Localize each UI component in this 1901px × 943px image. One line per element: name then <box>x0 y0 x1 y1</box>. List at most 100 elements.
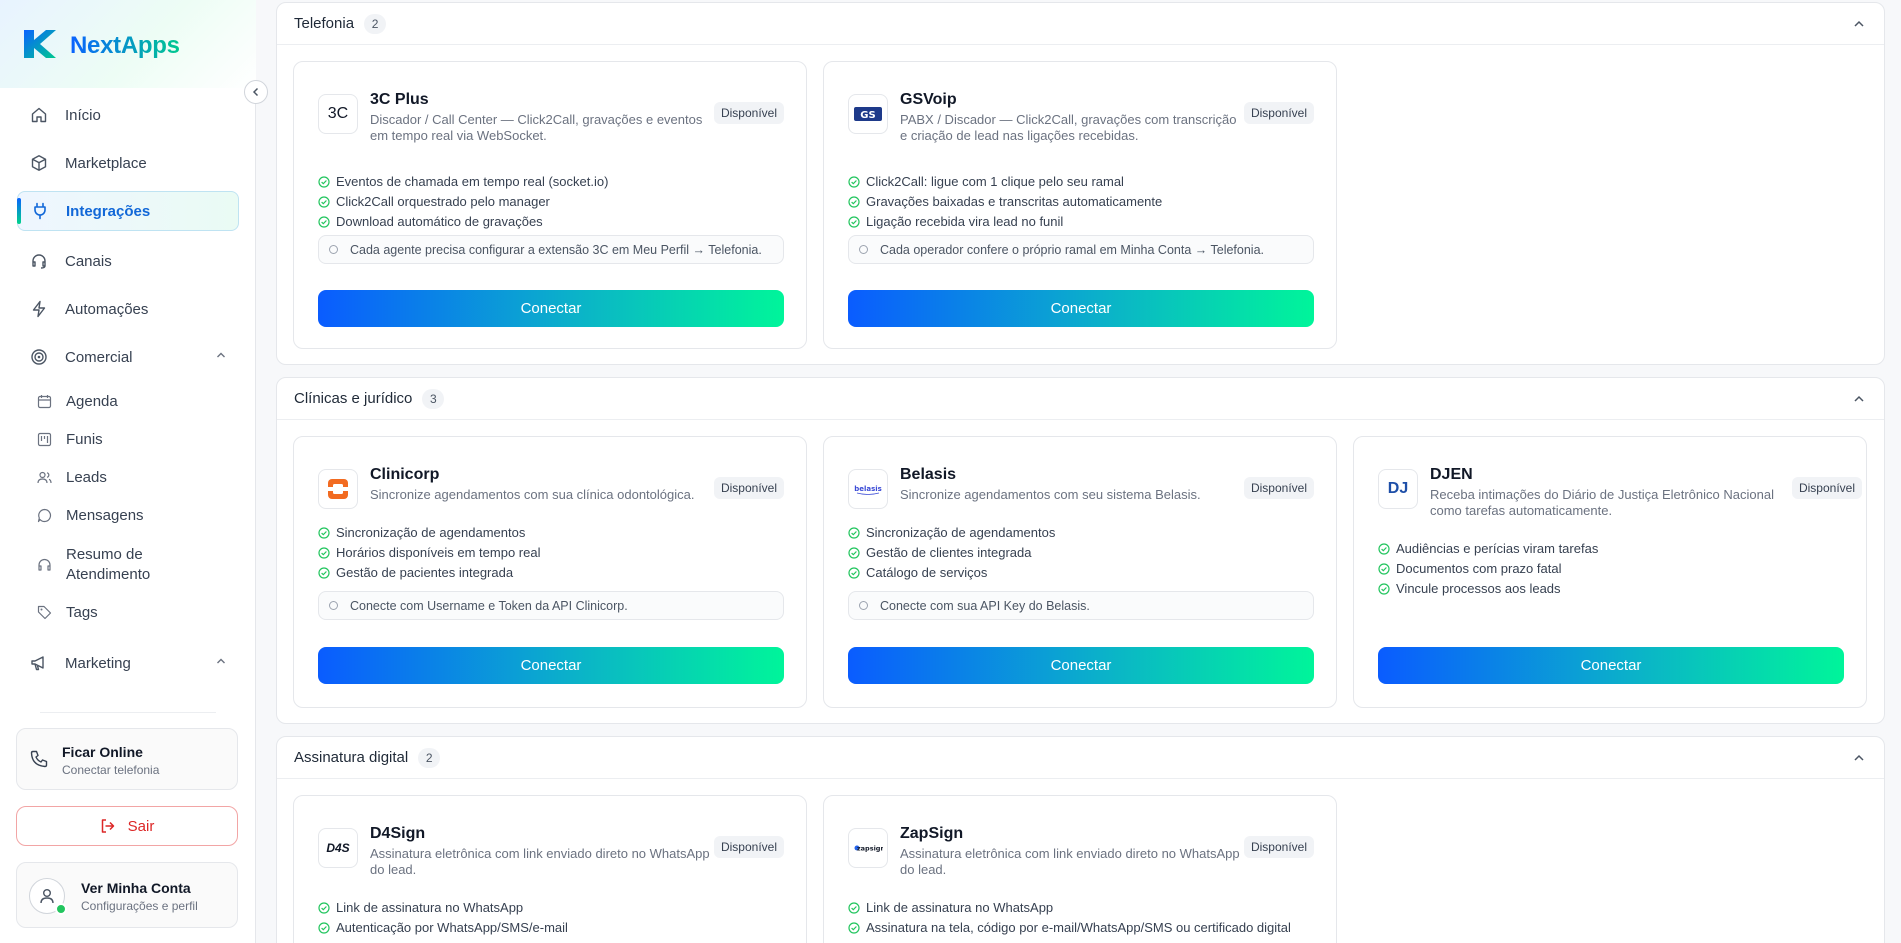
feature-item: Click2Call orquestrado pelo manager <box>318 194 550 209</box>
calendar-icon <box>36 394 52 410</box>
feature-item: Sincronização de agendamentos <box>848 525 1055 540</box>
chevron-up-icon[interactable] <box>1852 751 1866 765</box>
feature-item: Documentos com prazo fatal <box>1378 561 1561 576</box>
card-title: Clinicorp <box>370 466 440 483</box>
check-circle-icon <box>848 526 860 539</box>
kanban-icon <box>36 432 52 448</box>
avatar <box>29 878 67 915</box>
account-button[interactable]: Ver Minha Conta Configurações e perfil <box>16 862 238 928</box>
sidebar-subitem-label: Resumo de <box>66 546 143 563</box>
clinicorp-logo-icon <box>318 469 358 509</box>
status-badge: Disponível <box>1243 102 1314 124</box>
sidebar-item-comercial[interactable]: Comercial <box>17 337 239 377</box>
info-note: Conecte com sua API Key do Belasis. <box>848 591 1314 620</box>
info-circle-icon <box>329 601 338 610</box>
integration-card-3cplus: 3C 3C Plus Discador / Call Center — Clic… <box>293 61 807 349</box>
chevron-up-icon[interactable] <box>1852 17 1866 31</box>
belasis-logo-icon: belasis <box>848 469 888 509</box>
section-title: Clínicas e jurídico <box>294 390 413 407</box>
status-badge: Disponível <box>1791 477 1862 499</box>
count-badge: 2 <box>418 747 441 768</box>
sidebar-item-canais[interactable]: Canais <box>17 241 239 281</box>
card-description: Assinatura eletrônica com link enviado d… <box>370 846 710 877</box>
sidebar-item-marketing[interactable]: Marketing <box>17 643 239 683</box>
feature-item: Ligação recebida vira lead no funil <box>848 214 1063 229</box>
svg-text:GS: GS <box>860 110 875 121</box>
phone-icon <box>30 750 48 768</box>
feature-item: Gravações baixadas e transcritas automat… <box>848 194 1162 209</box>
feature-item: Assinatura na tela, código por e-mail/Wh… <box>848 920 1291 935</box>
go-online-button[interactable]: Ficar Online Conectar telefonia <box>16 728 238 790</box>
sidebar-subitem-label: Agenda <box>66 393 118 410</box>
go-online-subtitle: Conectar telefonia <box>62 763 160 777</box>
sidebar-item-automacoes[interactable]: Automações <box>17 289 239 329</box>
check-circle-icon <box>318 901 330 914</box>
logout-label: Sair <box>127 817 155 835</box>
feature-item: Autenticação por WhatsApp/SMS/e-mail <box>318 920 568 935</box>
check-circle-icon <box>318 526 330 539</box>
gsvoip-logo-icon: GS <box>848 94 888 134</box>
feature-item: Gestão de clientes integrada <box>848 545 1032 560</box>
connect-button[interactable]: Conectar <box>318 647 784 684</box>
info-circle-icon <box>329 245 338 254</box>
sidebar-subitem-agenda[interactable]: Agenda <box>36 393 236 410</box>
status-badge: Disponível <box>713 477 784 499</box>
check-circle-icon <box>848 215 860 228</box>
sidebar-item-marketplace[interactable]: Marketplace <box>17 143 239 183</box>
sidebar-subitem-label: Funis <box>66 431 103 448</box>
account-title: Ver Minha Conta <box>81 880 191 896</box>
section-header[interactable]: Telefonia 2 <box>277 3 1884 45</box>
section-header[interactable]: Assinatura digital 2 <box>277 737 1884 779</box>
connect-button[interactable]: Conectar <box>848 647 1314 684</box>
feature-item: Link de assinatura no WhatsApp <box>318 900 523 915</box>
check-circle-icon <box>1378 562 1390 575</box>
connect-button[interactable]: Conectar <box>1378 647 1844 684</box>
status-badge: Disponível <box>713 836 784 858</box>
card-description: Receba intimações do Diário de Justiça E… <box>1430 487 1774 518</box>
log-out-icon <box>100 818 116 834</box>
logout-button[interactable]: Sair <box>16 806 238 846</box>
check-circle-icon <box>848 175 860 188</box>
headphones-icon <box>36 556 52 572</box>
chevron-up-icon <box>217 658 225 664</box>
user-icon <box>40 889 54 904</box>
sidebar-subitem-resumo-atendimento[interactable]: Resumo de Atendimento <box>36 545 236 585</box>
integration-card-djen: DJ DJEN Receba intimações do Diário de J… <box>1353 436 1867 708</box>
card-description: Discador / Call Center — Click2Call, gra… <box>370 112 703 143</box>
check-circle-icon <box>848 546 860 559</box>
go-online-title: Ficar Online <box>62 744 143 760</box>
sidebar-subitem-tags[interactable]: Tags <box>36 604 236 621</box>
connect-button[interactable]: Conectar <box>848 290 1314 327</box>
status-badge: Disponível <box>1243 477 1314 499</box>
package-icon <box>29 153 49 173</box>
check-circle-icon <box>318 566 330 579</box>
feature-item: Sincronização de agendamentos <box>318 525 525 540</box>
sidebar: NextApps Início Marketplace Integrações … <box>0 0 268 943</box>
sidebar-subitem-label: Mensagens <box>66 507 144 524</box>
check-circle-icon <box>848 195 860 208</box>
check-circle-icon <box>1378 582 1390 595</box>
sidebar-subitem-leads[interactable]: Leads <box>36 469 236 486</box>
check-circle-icon <box>318 921 330 934</box>
info-note: Cada operador confere o próprio ramal em… <box>848 235 1314 264</box>
sidebar-subitem-mensagens[interactable]: Mensagens <box>36 507 236 524</box>
check-circle-icon <box>318 175 330 188</box>
info-note: Cada agente precisa configurar a extensã… <box>318 235 784 264</box>
count-badge: 2 <box>364 13 387 34</box>
sidebar-collapse-button[interactable] <box>244 80 268 104</box>
sidebar-item-label: Marketplace <box>65 154 147 172</box>
card-title: GSVoip <box>900 91 957 108</box>
connect-button[interactable]: Conectar <box>318 290 784 327</box>
sidebar-item-label: Canais <box>65 252 112 270</box>
message-circle-icon <box>36 508 52 524</box>
integration-card-belasis: belasis Belasis Sincronize agendamentos … <box>823 436 1337 708</box>
chevron-up-icon[interactable] <box>1852 392 1866 406</box>
sidebar-subitem-funis[interactable]: Funis <box>36 431 236 448</box>
sidebar-item-inicio[interactable]: Início <box>17 95 239 135</box>
sidebar-item-integracoes[interactable]: Integrações <box>17 191 239 231</box>
nextapps-logo-icon <box>24 30 56 58</box>
section-header[interactable]: Clínicas e jurídico 3 <box>277 378 1884 420</box>
users-icon <box>36 470 52 486</box>
feature-item: Catálogo de serviços <box>848 565 987 580</box>
card-description: Sincronize agendamentos com sua clínica … <box>370 487 695 502</box>
